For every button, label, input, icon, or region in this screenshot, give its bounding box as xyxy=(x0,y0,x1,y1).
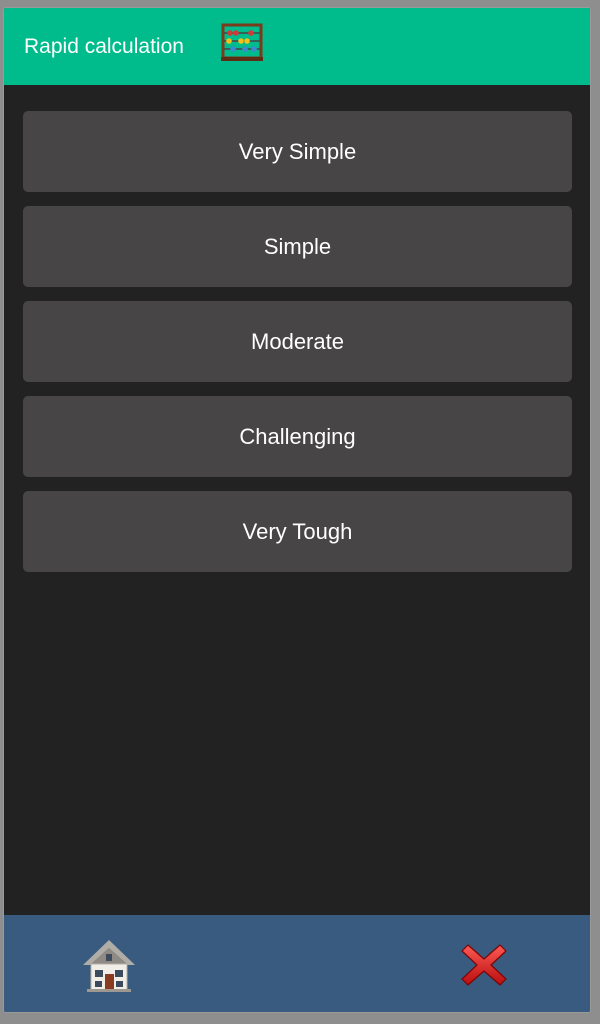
close-x-icon[interactable] xyxy=(460,941,508,989)
app-title: Rapid calculation xyxy=(24,35,184,58)
level-moderate-button[interactable]: Moderate xyxy=(23,301,572,382)
level-very-tough-button[interactable]: Very Tough xyxy=(23,491,572,572)
difficulty-menu: Very Simple Simple Moderate Challenging … xyxy=(23,111,572,586)
app-window: Rapid calculation Very Simple Simple Mod… xyxy=(3,7,591,1013)
abacus-icon xyxy=(221,23,263,61)
level-challenging-button[interactable]: Challenging xyxy=(23,396,572,477)
level-simple-button[interactable]: Simple xyxy=(23,206,572,287)
level-very-simple-button[interactable]: Very Simple xyxy=(23,111,572,192)
house-icon[interactable] xyxy=(81,938,137,994)
app-header: Rapid calculation xyxy=(4,8,590,85)
bottom-bar xyxy=(4,915,590,1012)
